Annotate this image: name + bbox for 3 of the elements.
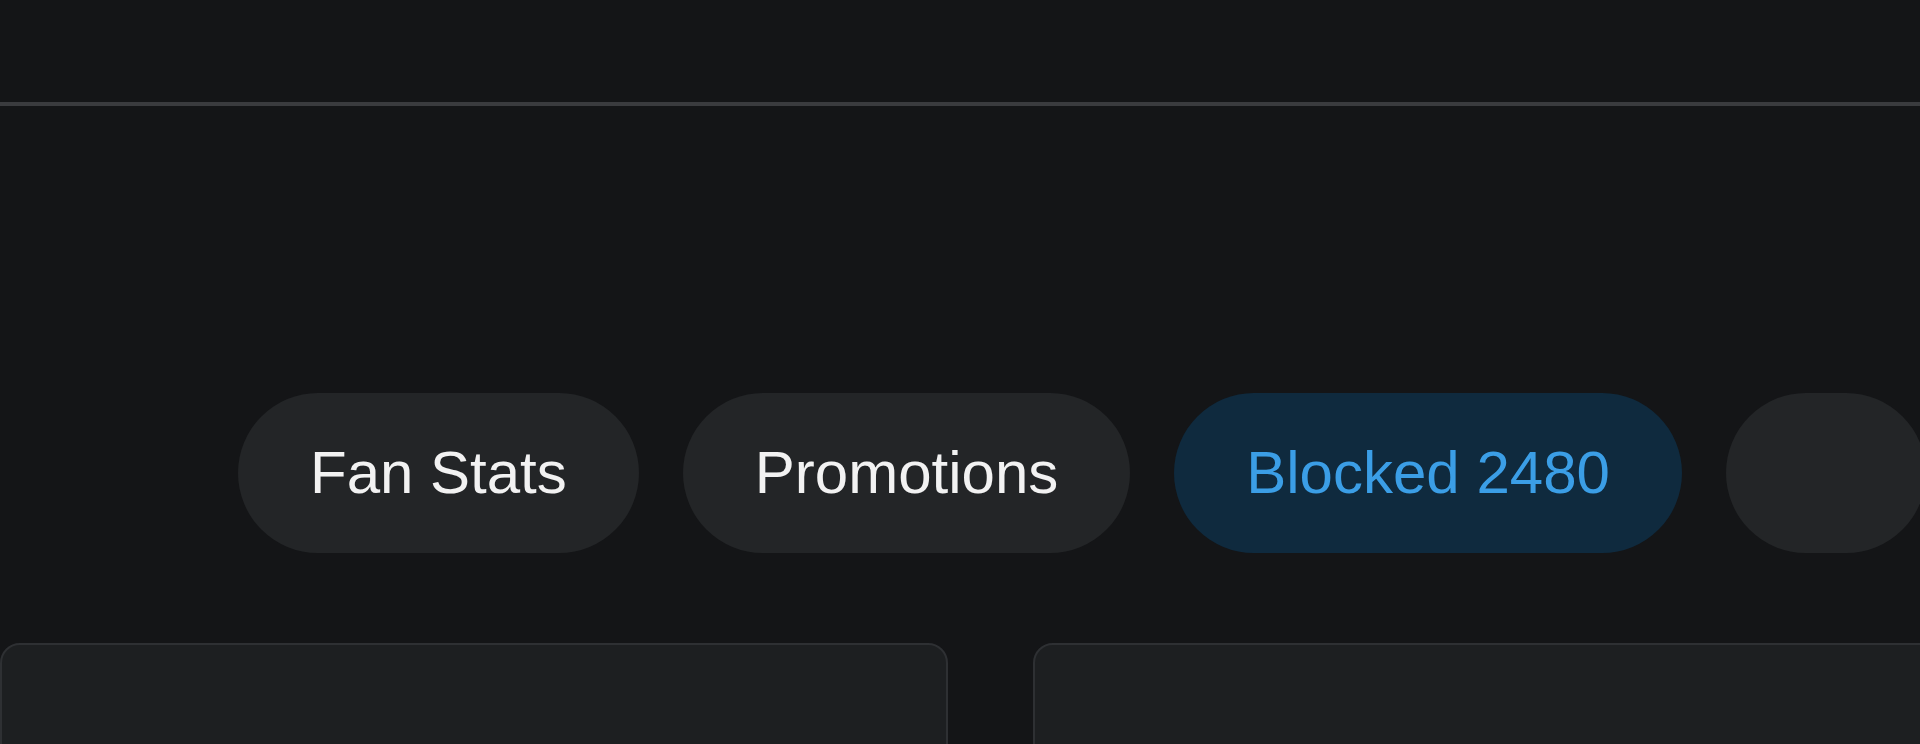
filter-chip[interactable]: Fan Stats	[238, 393, 639, 553]
filter-chip[interactable]: Promotions	[682, 393, 1131, 553]
filter-chip[interactable]: Blocked 2480	[1174, 393, 1682, 553]
